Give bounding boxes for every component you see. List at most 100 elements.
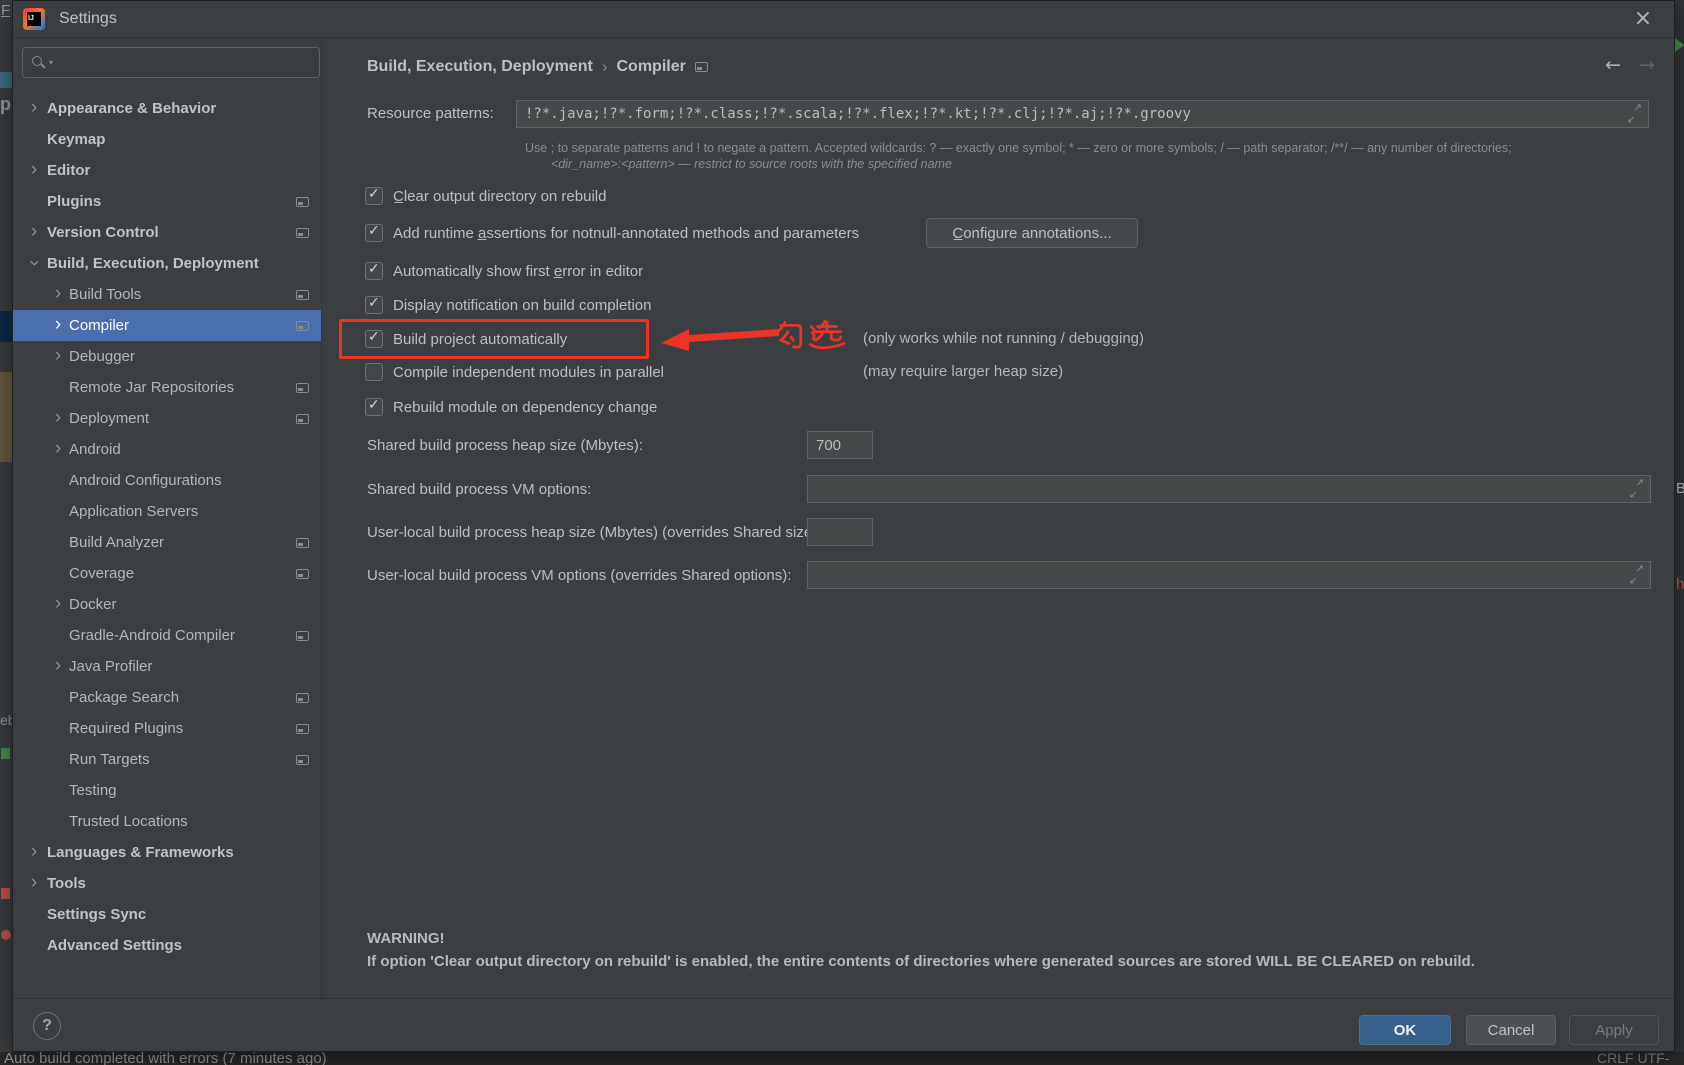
chevron-right-icon[interactable] bbox=[27, 95, 41, 121]
sidebar-item-testing[interactable]: Testing bbox=[13, 775, 321, 806]
resource-patterns-label: Resource patterns: bbox=[367, 105, 494, 122]
sidebar-item-android[interactable]: Android bbox=[13, 434, 321, 465]
expand-field-icon[interactable] bbox=[1627, 107, 1642, 122]
sidebar-item-docker[interactable]: Docker bbox=[13, 589, 321, 620]
status-line-ending-encoding: CRLF UTF- bbox=[1597, 1052, 1669, 1065]
chevron-right-icon[interactable] bbox=[27, 870, 41, 896]
project-level-icon bbox=[296, 631, 309, 641]
sidebar-item-tools[interactable]: Tools bbox=[13, 868, 321, 899]
sidebar-item-package-search[interactable]: Package Search bbox=[13, 682, 321, 713]
search-options-caret-icon[interactable]: ▾ bbox=[49, 58, 53, 67]
chevron-right-icon[interactable] bbox=[51, 343, 65, 369]
ok-button[interactable]: OK bbox=[1359, 1015, 1451, 1045]
chevron-right-icon[interactable] bbox=[51, 591, 65, 617]
expand-field-icon[interactable] bbox=[1629, 482, 1644, 497]
help-button[interactable]: ? bbox=[33, 1012, 61, 1040]
user-local-heap-size-label: User-local build process heap size (Mbyt… bbox=[367, 524, 821, 541]
background-text-fragment: h bbox=[1676, 576, 1684, 593]
shared-heap-size-input[interactable]: 700 bbox=[807, 431, 873, 459]
run-icon-fragment bbox=[1675, 38, 1684, 52]
breadcrumb-parent[interactable]: Build, Execution, Deployment bbox=[367, 58, 593, 76]
resource-patterns-hint-line1: Use ; to separate patterns and ! to nega… bbox=[525, 141, 1512, 155]
callout-char-gou bbox=[771, 318, 805, 354]
breadcrumb-current[interactable]: Compiler bbox=[616, 58, 685, 76]
sidebar-item-keymap[interactable]: Keymap bbox=[13, 124, 321, 155]
sidebar-item-build-tools[interactable]: Build Tools bbox=[13, 279, 321, 310]
close-icon[interactable] bbox=[1631, 6, 1655, 32]
callout-char-xuan bbox=[808, 318, 846, 354]
project-level-icon bbox=[296, 414, 309, 424]
apply-button: Apply bbox=[1569, 1015, 1659, 1045]
sidebar-item-debugger[interactable]: Debugger bbox=[13, 341, 321, 372]
background-text-fragment: eb bbox=[0, 712, 12, 728]
checkbox-rebuild-module-on-dependency-change[interactable]: Rebuild module on dependency change bbox=[365, 395, 657, 419]
forward-icon[interactable]: → bbox=[1635, 53, 1659, 77]
back-icon[interactable]: ← bbox=[1601, 53, 1625, 77]
sidebar-item-run-targets[interactable]: Run Targets bbox=[13, 744, 321, 775]
user-local-vm-options-input[interactable] bbox=[807, 561, 1651, 589]
chevron-right-icon[interactable] bbox=[51, 312, 65, 338]
chevron-right-icon[interactable] bbox=[27, 157, 41, 183]
checkbox-icon[interactable] bbox=[365, 187, 383, 205]
chevron-down-icon[interactable] bbox=[27, 250, 41, 276]
status-build-message: Auto build completed with errors (7 minu… bbox=[4, 1052, 327, 1065]
cancel-button[interactable]: Cancel bbox=[1466, 1015, 1556, 1045]
checkbox-build-project-automatically[interactable]: Build project automatically bbox=[365, 327, 567, 351]
user-local-heap-size-input[interactable] bbox=[807, 518, 873, 546]
ide-status-bar: Auto build completed with errors (7 minu… bbox=[0, 1052, 1684, 1065]
sidebar-item-deployment[interactable]: Deployment bbox=[13, 403, 321, 434]
sidebar-item-java-profiler[interactable]: Java Profiler bbox=[13, 651, 321, 682]
sidebar-item-editor[interactable]: Editor bbox=[13, 155, 321, 186]
warning-title: WARNING! bbox=[367, 930, 445, 947]
resource-patterns-input[interactable]: !?*.java;!?*.form;!?*.class;!?*.scala;!?… bbox=[516, 100, 1649, 128]
checkbox-clear-output-directory[interactable]: C̲lear output directory on rebuild bbox=[365, 184, 606, 208]
checkbox-display-notification[interactable]: Display notification on build completion bbox=[365, 293, 651, 317]
sidebar-item-build-execution-deployment[interactable]: Build, Execution, Deployment bbox=[13, 248, 321, 279]
checkbox-icon[interactable] bbox=[365, 224, 383, 242]
expand-field-icon[interactable] bbox=[1629, 568, 1644, 583]
search-icon bbox=[31, 55, 46, 70]
sidebar-item-application-servers[interactable]: Application Servers bbox=[13, 496, 321, 527]
sidebar-item-version-control[interactable]: Version Control bbox=[13, 217, 321, 248]
sidebar-item-advanced-settings[interactable]: Advanced Settings bbox=[13, 930, 321, 961]
shared-vm-options-input[interactable] bbox=[807, 475, 1651, 503]
sidebar-item-remote-jar-repositories[interactable]: Remote Jar Repositories bbox=[13, 372, 321, 403]
chevron-right-icon[interactable] bbox=[51, 281, 65, 307]
checkbox-show-first-error[interactable]: Automatically show first e̲rror in edito… bbox=[365, 259, 643, 283]
settings-search-input[interactable]: ▾ bbox=[22, 47, 320, 78]
chevron-right-icon[interactable] bbox=[27, 839, 41, 865]
project-level-icon bbox=[296, 321, 309, 331]
screen: F pp eb B h Auto build completed with er… bbox=[0, 0, 1684, 1065]
sidebar-item-android-configurations[interactable]: Android Configurations bbox=[13, 465, 321, 496]
chevron-right-icon[interactable] bbox=[27, 219, 41, 245]
background-selection-fragment bbox=[0, 311, 12, 342]
checkbox-icon[interactable] bbox=[365, 398, 383, 416]
configure-annotations-button[interactable]: C̲onfigure annotations... bbox=[926, 218, 1138, 248]
sidebar-item-plugins[interactable]: Plugins bbox=[13, 186, 321, 217]
checkbox-icon[interactable] bbox=[365, 262, 383, 280]
chevron-right-icon[interactable] bbox=[51, 436, 65, 462]
shared-vm-options-label: Shared build process VM options: bbox=[367, 481, 591, 498]
shared-heap-size-label: Shared build process heap size (Mbytes): bbox=[367, 437, 643, 454]
sidebar-item-build-analyzer[interactable]: Build Analyzer bbox=[13, 527, 321, 558]
sidebar-item-settings-sync[interactable]: Settings Sync bbox=[13, 899, 321, 930]
checkbox-icon[interactable] bbox=[365, 296, 383, 314]
project-level-icon bbox=[695, 62, 708, 72]
sidebar-item-languages-frameworks[interactable]: Languages & Frameworks bbox=[13, 837, 321, 868]
sidebar-item-required-plugins[interactable]: Required Plugins bbox=[13, 713, 321, 744]
checkbox-add-runtime-assertions[interactable]: Add runtime a̲ssertions for notnull-anno… bbox=[365, 221, 859, 245]
background-text-fragment: pp bbox=[0, 94, 12, 115]
checkbox-compile-independent-modules[interactable]: Compile independent modules in parallel bbox=[365, 360, 664, 384]
sidebar-item-gradle-android-compiler[interactable]: Gradle-Android Compiler bbox=[13, 620, 321, 651]
background-ide-left-strip: F pp eb bbox=[0, 0, 12, 1065]
chevron-right-icon[interactable] bbox=[51, 405, 65, 431]
sidebar-item-trusted-locations[interactable]: Trusted Locations bbox=[13, 806, 321, 837]
project-level-icon bbox=[296, 383, 309, 393]
checkbox-icon[interactable] bbox=[365, 363, 383, 381]
breadcrumb: Build, Execution, Deployment › Compiler bbox=[367, 56, 708, 78]
chevron-right-icon[interactable] bbox=[51, 653, 65, 679]
sidebar-item-compiler[interactable]: Compiler bbox=[13, 310, 321, 341]
sidebar-item-coverage[interactable]: Coverage bbox=[13, 558, 321, 589]
checkbox-icon[interactable] bbox=[365, 330, 383, 348]
sidebar-item-appearance-behavior[interactable]: Appearance & Behavior bbox=[13, 93, 321, 124]
